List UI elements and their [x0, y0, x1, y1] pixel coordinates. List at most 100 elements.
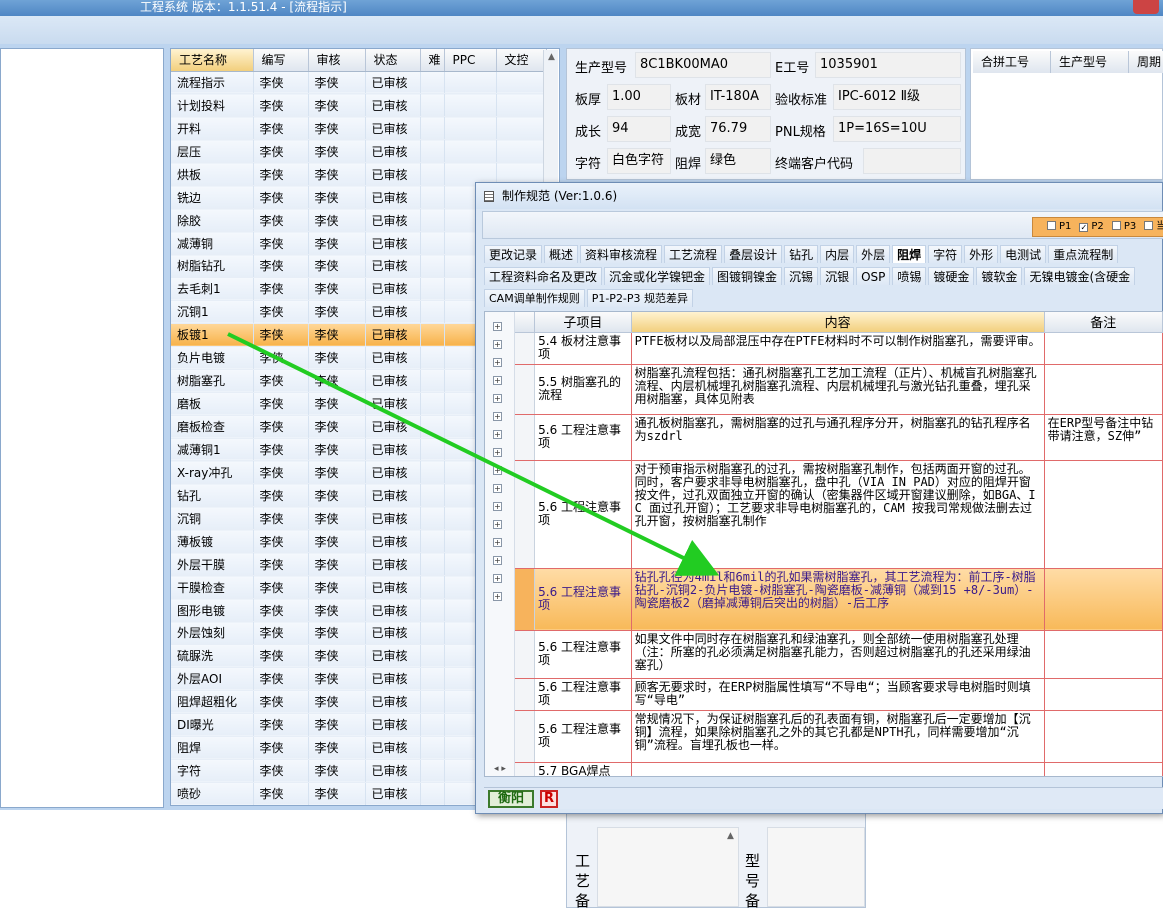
tab[interactable]: 沉金或化学镍钯金: [604, 267, 711, 285]
process-col-header[interactable]: 文控: [496, 49, 547, 72]
process-cell[interactable]: 李侠: [308, 139, 366, 164]
process-cell[interactable]: 李侠: [308, 438, 366, 462]
spec-row[interactable]: 5.6 工程注意事项 如果文件中同时存在树脂塞孔和绿油塞孔，则全部统一使用树脂塞孔…: [515, 630, 1163, 679]
process-cell[interactable]: 李侠: [253, 575, 309, 600]
tab[interactable]: 工艺流程: [664, 245, 723, 263]
process-cell[interactable]: 已审核: [365, 162, 421, 187]
process-cell[interactable]: [420, 552, 445, 577]
process-cell[interactable]: 李侠: [308, 713, 366, 737]
spec-col-header[interactable]: 子项目: [534, 312, 632, 333]
spec-note-cell[interactable]: [1044, 332, 1163, 365]
tab[interactable]: 图镀铜镍金: [712, 267, 783, 285]
process-cell[interactable]: 喷砂: [171, 782, 254, 805]
tab[interactable]: 喷锡: [892, 267, 927, 285]
process-cell[interactable]: [496, 139, 547, 164]
process-cell[interactable]: 李侠: [308, 71, 366, 95]
tab[interactable]: 钻孔: [784, 245, 819, 263]
process-cell[interactable]: [420, 139, 445, 164]
p-option[interactable]: P3: [1111, 221, 1136, 232]
length-field[interactable]: 94: [607, 116, 671, 142]
process-cell[interactable]: 李侠: [253, 369, 309, 393]
process-cell[interactable]: 已审核: [365, 598, 421, 622]
process-cell[interactable]: 已审核: [365, 254, 421, 278]
process-cell[interactable]: 阻焊: [171, 736, 254, 760]
process-cell[interactable]: 字符: [171, 759, 254, 783]
process-cell[interactable]: 李侠: [253, 93, 309, 118]
tab[interactable]: CAM调单制作规则: [484, 289, 585, 307]
scroll-up-icon[interactable]: ▲: [544, 50, 559, 65]
row-indicator[interactable]: [515, 414, 536, 461]
spec-row[interactable]: 5.4 板材注意事项 PTFE板材以及局部混压中存在PTFE材料时不可以制作树脂塞…: [515, 332, 1163, 365]
process-cell[interactable]: 李侠: [308, 162, 366, 187]
process-cell[interactable]: [444, 71, 497, 95]
process-col-header[interactable]: 状态: [365, 49, 421, 72]
process-cell[interactable]: 李侠: [253, 392, 309, 416]
process-cell[interactable]: [420, 369, 445, 393]
process-cell[interactable]: 除胶: [171, 208, 254, 233]
expand-icon[interactable]: +: [493, 556, 502, 565]
process-cell[interactable]: 李侠: [308, 759, 366, 783]
tab[interactable]: OSP: [856, 267, 891, 285]
process-cell[interactable]: 李侠: [253, 483, 309, 508]
process-cell[interactable]: 李侠: [308, 667, 366, 691]
process-cell[interactable]: 已审核: [365, 713, 421, 737]
process-cell[interactable]: [420, 116, 445, 141]
checkbox-icon[interactable]: ✓: [1079, 223, 1089, 232]
spec-row[interactable]: 5.6 工程注意事项 通孔板树脂塞孔，需树脂塞的过孔与通孔程序分开，树脂塞孔的钻孔…: [515, 414, 1163, 461]
process-cell[interactable]: 李侠: [308, 231, 366, 255]
process-cell[interactable]: 李侠: [308, 736, 366, 760]
h-scroll-arrows-icon[interactable]: ◂ ▸: [485, 764, 515, 776]
process-cell[interactable]: [420, 598, 445, 622]
process-cell[interactable]: 李侠: [308, 621, 366, 645]
process-cell[interactable]: 李侠: [308, 529, 366, 554]
process-cell[interactable]: 李侠: [308, 415, 366, 439]
spec-sub-cell[interactable]: 5.7 BGA焊点: [534, 762, 632, 776]
process-cell[interactable]: 李侠: [308, 116, 366, 141]
row-indicator[interactable]: [515, 332, 536, 365]
spec-sub-cell[interactable]: 5.6 工程注意事项: [534, 414, 632, 461]
process-cell[interactable]: 李侠: [253, 346, 309, 370]
merge-grid-header-1[interactable]: 合拼工号: [973, 51, 1051, 73]
process-cell[interactable]: 外层蚀刻: [171, 621, 254, 645]
process-cell[interactable]: 李侠: [308, 644, 366, 668]
process-cell[interactable]: 已审核: [365, 369, 421, 393]
process-row[interactable]: 层压 李侠 李侠 已审核: [171, 139, 547, 164]
spec-row[interactable]: 5.7 BGA焊点: [515, 762, 1163, 776]
process-cell[interactable]: 李侠: [308, 323, 366, 347]
process-row[interactable]: 流程指示 李侠 李侠 已审核: [171, 71, 547, 95]
process-cell[interactable]: [496, 93, 547, 118]
process-cell[interactable]: 李侠: [253, 71, 309, 95]
close-window-button[interactable]: [1133, 0, 1159, 14]
row-indicator[interactable]: [515, 364, 536, 415]
process-cell[interactable]: 已审核: [365, 506, 421, 531]
process-cell[interactable]: 树脂钻孔: [171, 254, 254, 278]
p-option[interactable]: ✓ P2: [1079, 221, 1104, 232]
checkbox-icon[interactable]: [1047, 221, 1056, 230]
site-badge[interactable]: 衡阳: [488, 790, 534, 808]
p-option[interactable]: 当: [1144, 221, 1163, 232]
row-indicator[interactable]: [515, 460, 536, 569]
process-cell[interactable]: 图形电镀: [171, 598, 254, 622]
tab[interactable]: 资料审核流程: [580, 245, 663, 263]
tab[interactable]: 沉银: [820, 267, 855, 285]
process-cell[interactable]: DI曝光: [171, 713, 254, 737]
process-cell[interactable]: 李侠: [253, 782, 309, 805]
spec-note-cell[interactable]: 在ERP型号备注中钻带请注意，SZ伸”: [1044, 414, 1163, 461]
process-col-header[interactable]: 工艺名称: [171, 49, 254, 72]
process-cell[interactable]: 干膜检查: [171, 575, 254, 600]
tab[interactable]: 工程资料命名及更改: [484, 267, 603, 285]
process-cell[interactable]: [496, 71, 547, 95]
char-field[interactable]: 白色字符: [607, 148, 671, 174]
process-cell[interactable]: 李侠: [308, 346, 366, 370]
tab[interactable]: 阻焊: [892, 245, 927, 263]
process-cell[interactable]: 已审核: [365, 277, 421, 301]
spec-content-cell[interactable]: PTFE板材以及局部混压中存在PTFE材料时不可以制作树脂塞孔，需要评审。: [631, 332, 1045, 365]
expand-icon[interactable]: +: [493, 574, 502, 583]
dialog-titlebar[interactable]: 制作规范 (Ver:1.0.6): [476, 183, 1162, 209]
process-cell[interactable]: 李侠: [308, 254, 366, 278]
process-cell[interactable]: 李侠: [253, 598, 309, 622]
process-cell[interactable]: 李侠: [308, 690, 366, 714]
material-field[interactable]: IT-180A: [705, 84, 771, 110]
process-cell[interactable]: 减薄铜1: [171, 438, 254, 462]
process-row[interactable]: 计划投料 李侠 李侠 已审核: [171, 93, 547, 118]
